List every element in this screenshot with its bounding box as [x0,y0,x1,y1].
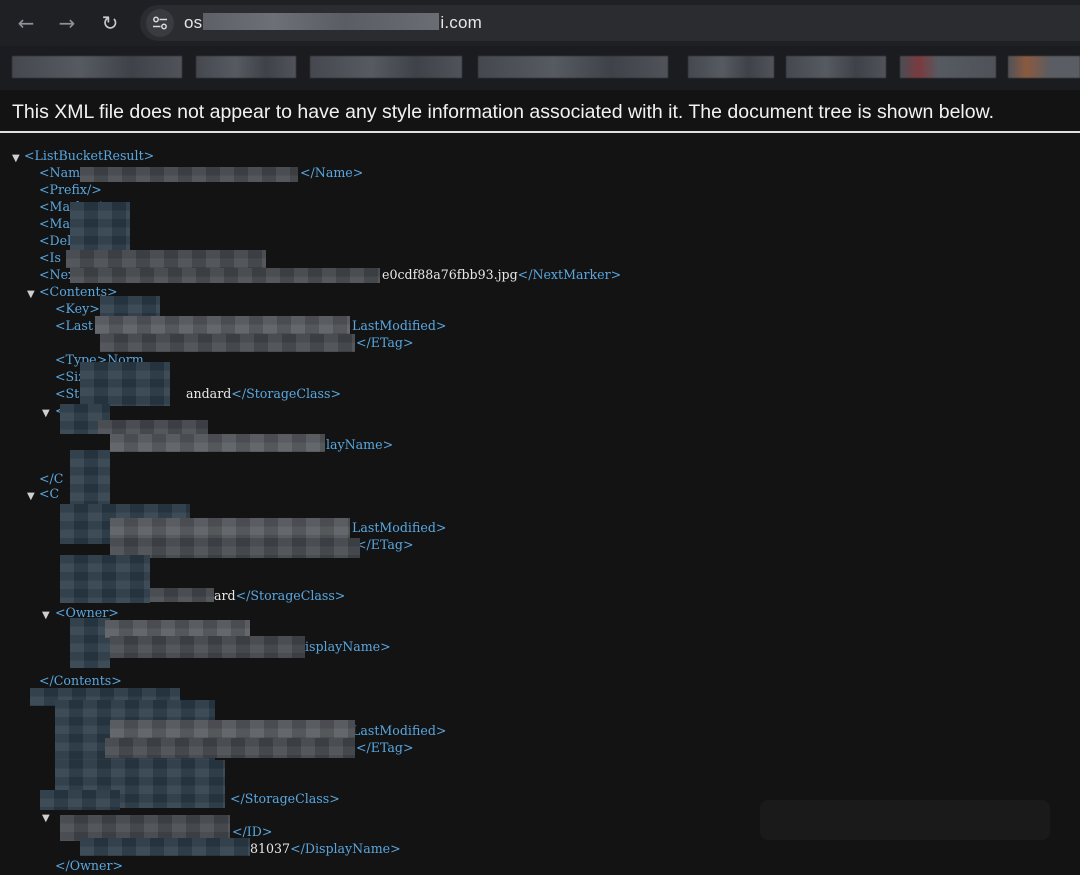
redaction-block [110,636,305,658]
etag-close-tag: </ETag> [356,740,414,755]
lastmodified-open-tag: <Last [55,318,93,333]
site-info-button[interactable] [146,9,174,37]
bookmarks-bar [0,46,1080,90]
url-text[interactable]: os i.com [184,13,482,33]
watermark [760,800,1050,840]
bookmark-item[interactable] [12,56,182,78]
bookmark-item[interactable] [688,56,774,78]
owner-close-tag: </Owner> [55,858,124,873]
redaction-block [70,618,110,668]
redaction-block [66,250,266,268]
redaction-block [150,588,214,602]
storageclass-close-tag: </StorageClass> [235,588,346,603]
nextmarker-value: e0cdf88a76fbb93.jpg [382,267,518,282]
etag-close-tag: </ETag> [356,537,414,552]
xml-storageclass-line: andard</StorageClass> [186,386,341,403]
redaction-block [95,316,350,334]
displayname-close-tag: isplayName> [305,639,391,654]
storageclass-close-tag: </StorageClass> [230,791,340,806]
collapse-triangle-icon[interactable]: ▼ [12,151,20,168]
bookmark-item[interactable] [196,56,296,78]
redaction-block [60,555,150,603]
displayname-value: 81037 [250,841,291,856]
storageclass-value: andard [186,386,232,401]
xml-nextmarker-line: e0cdf88a76fbb93.jpg</NextMarker> [382,267,621,284]
url-end: i.com [440,13,482,32]
name-close-tag: </Name> [300,165,364,180]
arrow-left-icon: ← [17,11,35,35]
address-bar[interactable]: os i.com [140,5,1080,41]
nextmarker-close-tag: </NextMarker> [517,267,622,282]
redaction-block [110,720,355,738]
redaction-block [80,838,250,856]
displayname-close-tag: layName> [326,437,394,452]
redaction-block [80,167,298,182]
bookmark-item[interactable] [478,56,668,78]
xml-istruncated-line: <Is [39,250,61,265]
contents-open-tag: <C [39,486,60,501]
bookmark-item[interactable] [1008,56,1080,78]
collapse-triangle-icon[interactable]: ▼ [27,489,35,506]
redaction-block [70,268,380,283]
redaction-block [100,334,355,352]
etag-close-tag: </ETag> [356,335,414,350]
collapse-triangle-icon[interactable]: ▼ [42,608,50,625]
arrow-right-icon: → [58,11,76,35]
lastmodified-close-tag: LastModified> [352,723,447,738]
redaction-block [98,420,208,434]
xml-prefix-line: <Prefix/> [39,182,102,197]
xml-root-open: <ListBucketResult> [24,148,155,163]
browser-toolbar: ← → ↻ os i.com [0,0,1080,46]
bookmark-item[interactable] [310,56,462,78]
redaction-block [70,450,110,510]
url-start: os [184,13,203,32]
divider [0,131,1080,133]
back-button[interactable]: ← [11,8,41,38]
lastmodified-close-tag: LastModified> [352,318,447,333]
redaction-block [40,790,120,810]
reload-icon: ↻ [101,11,119,35]
redaction-block [110,434,325,452]
xml-displayname-line: 81037</DisplayName> [250,841,401,858]
xml-storageclass-line: ard</StorageClass> [214,588,345,605]
reload-button[interactable]: ↻ [95,8,125,38]
redaction-block [80,362,170,406]
lastmodified-close-tag: LastModified> [352,520,447,535]
bookmark-item[interactable] [786,56,886,78]
bookmark-item[interactable] [900,56,996,78]
xml-style-notice: This XML file does not appear to have an… [12,101,995,123]
url-redacted [203,13,440,30]
collapse-triangle-icon[interactable]: ▼ [27,287,35,304]
displayname-close-tag: </DisplayName> [290,841,401,856]
storageclass-value: ard [214,588,236,603]
redaction-block [105,738,355,758]
collapse-triangle-icon[interactable]: ▼ [42,406,50,423]
collapse-triangle-icon[interactable]: ▼ [42,811,50,828]
tune-icon [153,16,167,30]
forward-button[interactable]: → [52,8,82,38]
redaction-block [110,518,350,538]
storageclass-close-tag: </StorageClass> [231,386,342,401]
xml-delimiter-line: <Del [39,233,72,248]
